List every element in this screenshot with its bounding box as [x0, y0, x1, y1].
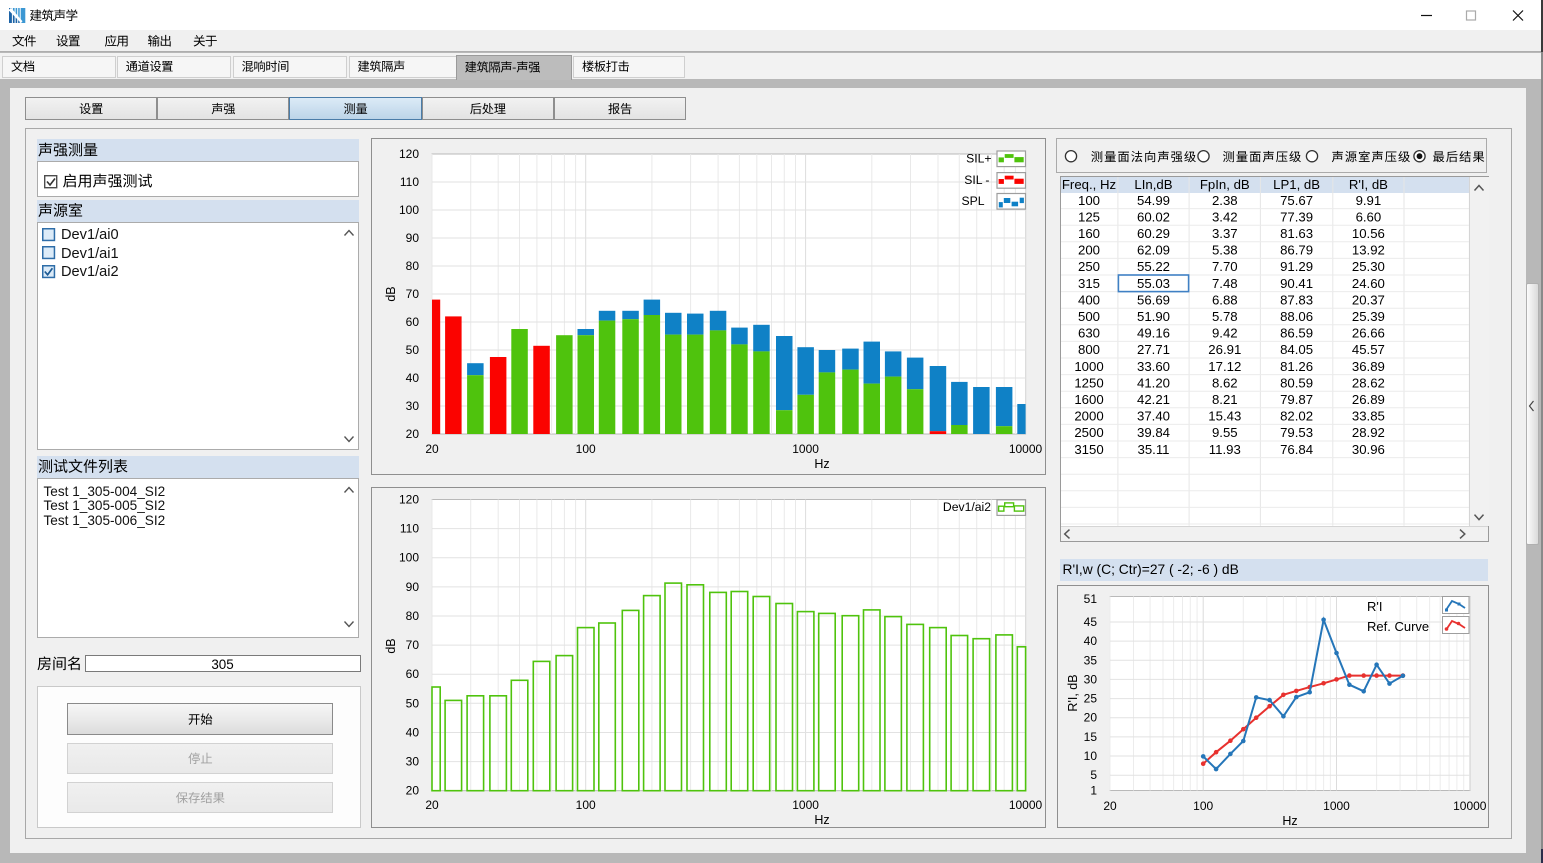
svg-text:45: 45 [1084, 615, 1098, 629]
svg-text:1000: 1000 [1323, 799, 1350, 813]
svg-text:Ref. Curve: Ref. Curve [1367, 619, 1429, 634]
svg-text:25: 25 [1084, 692, 1098, 706]
svg-text:20: 20 [1084, 711, 1098, 725]
svg-text:10000: 10000 [1453, 799, 1487, 813]
svg-text:1: 1 [1090, 784, 1097, 798]
svg-text:5: 5 [1090, 768, 1097, 782]
svg-text:R'I: R'I [1367, 599, 1382, 614]
svg-text:10: 10 [1084, 749, 1098, 763]
svg-text:35: 35 [1084, 653, 1098, 667]
svg-text:40: 40 [1084, 634, 1098, 648]
svg-text:51: 51 [1084, 592, 1098, 606]
svg-text:20: 20 [1103, 799, 1117, 813]
svg-text:100: 100 [1193, 799, 1213, 813]
svg-text:R'I, dB: R'I, dB [1066, 674, 1080, 711]
svg-text:30: 30 [1084, 672, 1098, 686]
svg-text:15: 15 [1084, 730, 1098, 744]
svg-text:Hz: Hz [1282, 814, 1297, 828]
